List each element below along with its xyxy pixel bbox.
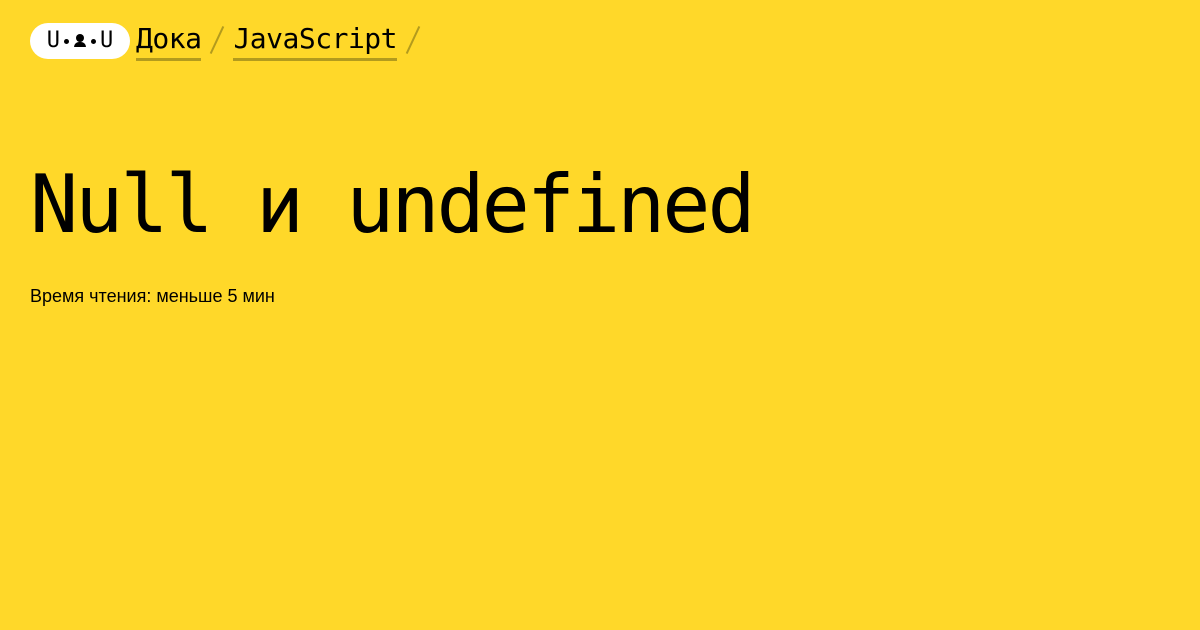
- page: U U Дока JavaScript Null и undefined Вре…: [0, 0, 1200, 630]
- bust-icon: [74, 34, 86, 48]
- breadcrumb-link-doka[interactable]: Дока: [136, 22, 202, 61]
- doka-logo[interactable]: U U: [30, 23, 130, 59]
- breadcrumb: U U Дока JavaScript: [30, 22, 429, 62]
- logo-letter-left: U: [46, 28, 60, 53]
- breadcrumb-separator-icon: [206, 22, 228, 56]
- logo-dot-left: [64, 38, 69, 44]
- logo-letter-right: U: [100, 28, 114, 53]
- breadcrumb-separator-icon: [402, 22, 424, 56]
- page-title: Null и undefined: [30, 158, 756, 251]
- logo-dot-right: [91, 38, 96, 44]
- breadcrumb-link-javascript[interactable]: JavaScript: [233, 22, 398, 61]
- reading-time: Время чтения: меньше 5 мин: [30, 286, 275, 306]
